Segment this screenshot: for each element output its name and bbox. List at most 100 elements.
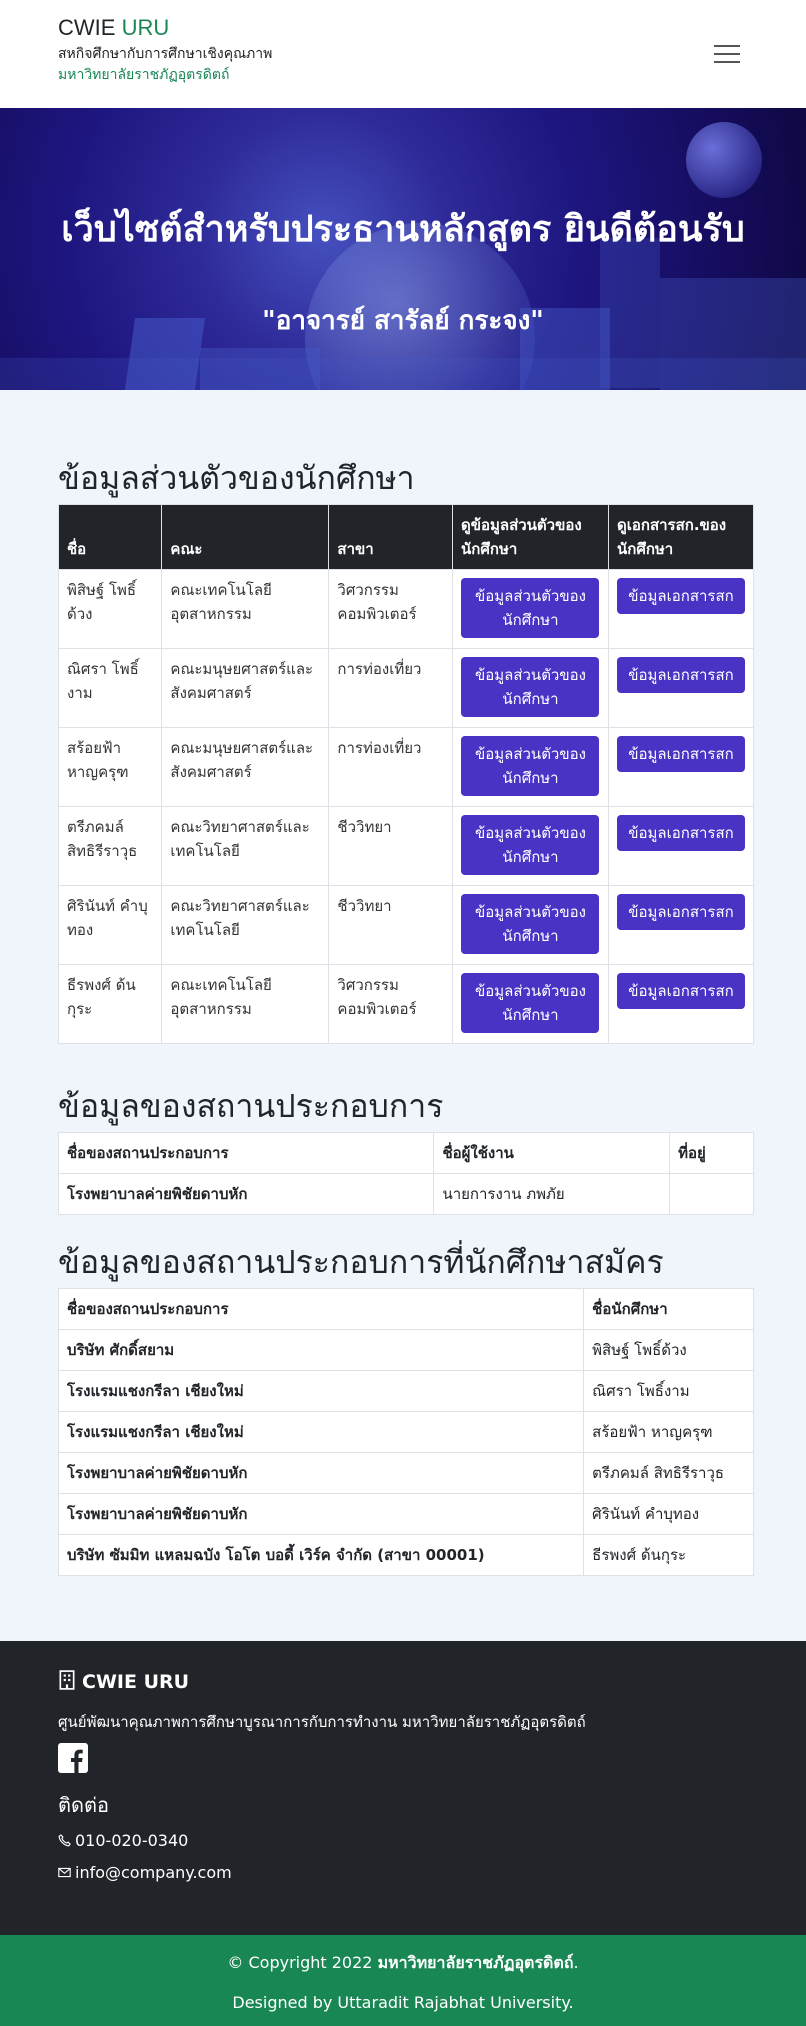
student-profile-button[interactable]: ข้อมูลส่วนตัวของนักศึกษา	[461, 578, 600, 638]
applied-student-cell: สร้อยฟ้า หาญครุฑ	[583, 1411, 754, 1453]
designed-by-line: Designed by Uttaradit Rajabhat Universit…	[0, 1991, 806, 2015]
applied-student-cell: ตรีภคมล์ สิทธิรีราวุธ	[583, 1452, 754, 1494]
table-row: สร้อยฟ้า หาญครุฑ คณะมนุษยศาสตร์และสังคมศา…	[57, 727, 755, 807]
table-header-row: ชื่อ คณะ สาขา ดูข้อมูลส่วนตัวของนักศึกษา…	[57, 504, 755, 570]
docs-button-cell: ข้อมูลเอกสารสก	[607, 727, 755, 807]
student-faculty-cell: คณะมนุษยศาสตร์และสังคมศาสตร์	[161, 648, 330, 728]
footer-email[interactable]: info@company.com	[58, 1861, 232, 1885]
applied-company-cell: บริษัท ซัมมิท แหลมฉบัง โอโต บอดี้ เวิร์ค…	[57, 1534, 585, 1576]
student-faculty-cell: คณะมนุษยศาสตร์และสังคมศาสตร์	[161, 727, 330, 807]
company-name-cell: โรงพยาบาลค่ายพิชัยดาบหัก	[57, 1173, 435, 1215]
column-header-student: ชื่อนักศึกษา	[583, 1288, 754, 1330]
applied-company-cell: โรงแรมแชงกรีลา เชียงใหม่	[57, 1370, 585, 1412]
footer-phone: 010-020-0340	[58, 1829, 188, 1853]
column-header-name: ชื่อ	[57, 504, 163, 570]
student-docs-button[interactable]: ข้อมูลเอกสารสก	[616, 815, 745, 851]
table-row: ณิศรา โพธิ์งาม คณะมนุษยศาสตร์และสังคมศาสต…	[57, 648, 755, 728]
facebook-icon[interactable]	[58, 1743, 88, 1773]
column-header-major: สาขา	[328, 504, 453, 570]
building-icon	[59, 1670, 75, 1690]
brand-subtitle: สหกิจศึกษากับการศึกษาเชิงคุณภาพ	[58, 46, 273, 62]
profile-button-cell: ข้อมูลส่วนตัวของนักศึกษา	[452, 648, 609, 728]
profile-button-cell: ข้อมูลส่วนตัวของนักศึกษา	[452, 727, 609, 807]
docs-button-cell: ข้อมูลเอกสารสก	[607, 885, 755, 965]
moon-decoration	[686, 122, 762, 198]
student-docs-button[interactable]: ข้อมูลเอกสารสก	[616, 894, 745, 930]
students-section-title: ข้อมูลส่วนตัวของนักศึกษา	[58, 459, 415, 497]
profile-button-cell: ข้อมูลส่วนตัวของนักศึกษา	[452, 569, 609, 649]
student-faculty-cell: คณะวิทยาศาสตร์และเทคโนโลยี	[161, 885, 330, 965]
column-header-docs: ดูเอกสารสก.ของนักศึกษา	[607, 504, 755, 570]
footer-brand-text: CWIE URU	[82, 1671, 190, 1693]
student-docs-button[interactable]: ข้อมูลเอกสารสก	[616, 578, 745, 614]
student-faculty-cell: คณะเทคโนโลยีอุตสาหกรรม	[161, 964, 330, 1044]
student-faculty-cell: คณะวิทยาศาสตร์และเทคโนโลยี	[161, 806, 330, 886]
student-major-cell: การท่องเที่ยว	[328, 648, 453, 728]
menu-toggle-icon[interactable]	[714, 43, 740, 65]
phone-number: 010-020-0340	[75, 1831, 189, 1850]
table-header-row: ชื่อของสถานประกอบการ ชื่อผู้ใช้งาน ที่อย…	[57, 1132, 754, 1174]
phone-icon	[58, 1834, 71, 1847]
student-name-cell: ธีรพงศ์ ด้นกุระ	[57, 964, 163, 1044]
student-docs-button[interactable]: ข้อมูลเอกสารสก	[616, 657, 745, 693]
applied-student-cell: ณิศรา โพธิ์งาม	[583, 1370, 754, 1412]
table-row: โรงพยาบาลค่ายพิชัยดาบหัก นายการงาน ภพภัย	[57, 1173, 754, 1215]
company-user-cell: นายการงาน ภพภัย	[433, 1173, 671, 1215]
student-profile-button[interactable]: ข้อมูลส่วนตัวของนักศึกษา	[461, 657, 600, 717]
ground-decoration	[0, 358, 806, 390]
docs-button-cell: ข้อมูลเอกสารสก	[607, 964, 755, 1044]
table-header-row: ชื่อของสถานประกอบการ ชื่อนักศึกษา	[57, 1288, 754, 1330]
column-header-faculty: คณะ	[161, 504, 330, 570]
table-row: โรงแรมแชงกรีลา เชียงใหม่ ณิศรา โพธิ์งาม	[57, 1370, 754, 1412]
student-profile-button[interactable]: ข้อมูลส่วนตัวของนักศึกษา	[461, 736, 600, 796]
applied-company-cell: โรงพยาบาลค่ายพิชัยดาบหัก	[57, 1493, 585, 1535]
company-section-title: ข้อมูลของสถานประกอบการ	[58, 1087, 444, 1125]
applied-company-cell: บริษัท ศักดิ์สยาม	[57, 1329, 585, 1371]
hero-banner: เว็บไซต์สำหรับประธานหลักสูตร ยินดีต้อนรั…	[0, 108, 806, 390]
hero-title: เว็บไซต์สำหรับประธานหลักสูตร ยินดีต้อนรั…	[61, 209, 745, 250]
column-header-user: ชื่อผู้ใช้งาน	[433, 1132, 671, 1174]
email-address: info@company.com	[75, 1863, 232, 1882]
table-row: บริษัท ซัมมิท แหลมฉบัง โอโต บอดี้ เวิร์ค…	[57, 1534, 754, 1576]
applied-student-cell: ธีรพงศ์ ด้นกุระ	[583, 1534, 754, 1576]
navbar: CWIE URU สหกิจศึกษากับการศึกษาเชิงคุณภาพ…	[0, 0, 806, 108]
students-table: ชื่อ คณะ สาขา ดูข้อมูลส่วนตัวของนักศึกษา…	[57, 504, 755, 1044]
table-row: ตรีภคมล์ สิทธิรีราวุธ คณะวิทยาศาสตร์และเท…	[57, 806, 755, 886]
student-name-cell: ณิศรา โพธิ์งาม	[57, 648, 163, 728]
table-row: โรงพยาบาลค่ายพิชัยดาบหัก ศิรินันท์ คำบุทอ…	[57, 1493, 754, 1535]
footer-brand: CWIE URU	[58, 1669, 189, 1695]
designer-link[interactable]: Uttaradit Rajabhat University.	[337, 1993, 573, 2012]
copyright-org-link[interactable]: มหาวิทยาลัยราชภัฏอุตรดิตถ์	[378, 1953, 574, 1972]
designed-by-prefix: Designed by	[232, 1993, 333, 2012]
copyright-suffix: .	[573, 1953, 579, 1972]
column-header-company: ชื่อของสถานประกอบการ	[57, 1132, 435, 1174]
student-profile-button[interactable]: ข้อมูลส่วนตัวของนักศึกษา	[461, 815, 600, 875]
student-name-cell: พิสิษฐ์ โพธิ์ด้วง	[57, 569, 163, 649]
applied-student-cell: พิสิษฐ์ โพธิ์ด้วง	[583, 1329, 754, 1371]
hero-name: "อาจารย์ สารัลย์ กระจง"	[262, 306, 544, 336]
column-header-company: ชื่อของสถานประกอบการ	[57, 1288, 585, 1330]
table-row: โรงแรมแชงกรีลา เชียงใหม่ สร้อยฟ้า หาญครุฑ	[57, 1411, 754, 1453]
company-address-cell	[669, 1173, 754, 1215]
profile-button-cell: ข้อมูลส่วนตัวของนักศึกษา	[452, 806, 609, 886]
profile-button-cell: ข้อมูลส่วนตัวของนักศึกษา	[452, 885, 609, 965]
student-major-cell: การท่องเที่ยว	[328, 727, 453, 807]
brand[interactable]: CWIE URU สหกิจศึกษากับการศึกษาเชิงคุณภาพ…	[58, 14, 272, 86]
student-profile-button[interactable]: ข้อมูลส่วนตัวของนักศึกษา	[461, 894, 600, 954]
student-major-cell: ชีววิทยา	[328, 806, 453, 886]
copyright-bar: © Copyright 2022 มหาวิทยาลัยราชภัฏอุตรดิ…	[0, 1935, 806, 2026]
student-docs-button[interactable]: ข้อมูลเอกสารสก	[616, 736, 745, 772]
student-major-cell: วิศวกรรมคอมพิวเตอร์	[328, 964, 453, 1044]
brand-prefix: CWIE	[58, 15, 116, 40]
copyright-line: © Copyright 2022 มหาวิทยาลัยราชภัฏอุตรดิ…	[0, 1951, 806, 1975]
student-docs-button[interactable]: ข้อมูลเอกสารสก	[616, 973, 745, 1009]
footer: CWIE URU ศูนย์พัฒนาคุณภาพการศึกษาบูรณากา…	[0, 1641, 806, 1935]
student-profile-button[interactable]: ข้อมูลส่วนตัวของนักศึกษา	[461, 973, 600, 1033]
student-faculty-cell: คณะเทคโนโลยีอุตสาหกรรม	[161, 569, 330, 649]
applied-section-title: ข้อมูลของสถานประกอบการที่นักศึกษาสมัคร	[58, 1243, 664, 1281]
student-major-cell: ชีววิทยา	[328, 885, 453, 965]
footer-contact-title: ติดต่อ	[58, 1793, 109, 1817]
table-row: โรงพยาบาลค่ายพิชัยดาบหัก ตรีภคมล์ สิทธิรี…	[57, 1452, 754, 1494]
docs-button-cell: ข้อมูลเอกสารสก	[607, 569, 755, 649]
brand-accent: URU	[121, 15, 170, 40]
